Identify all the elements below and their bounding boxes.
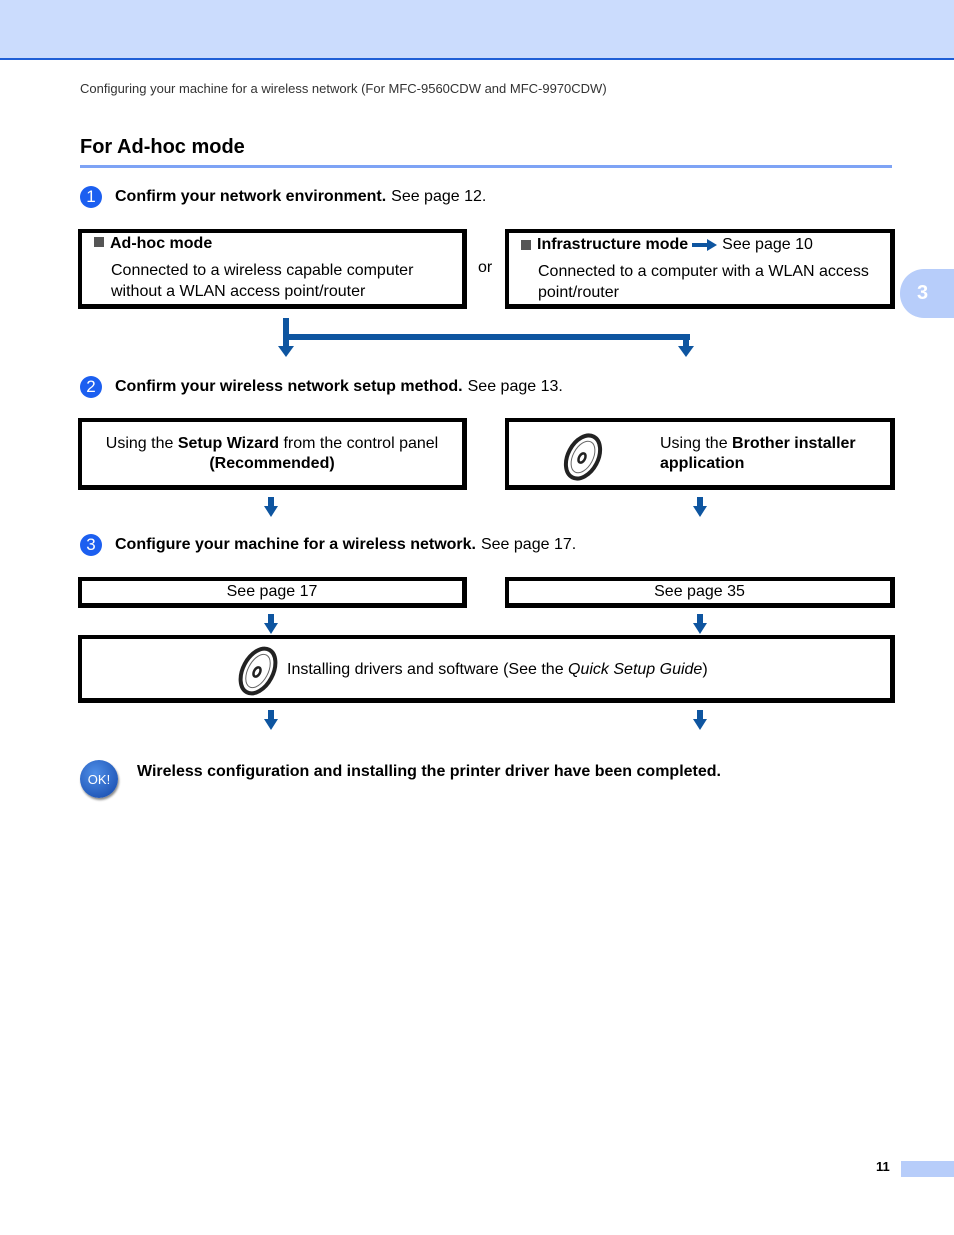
branch-connector bbox=[278, 318, 694, 357]
see-page-35-label[interactable]: See page 35 bbox=[654, 583, 745, 600]
right-arrow-icon bbox=[692, 239, 718, 251]
title-rule bbox=[80, 165, 892, 168]
down-arrow-icon bbox=[264, 497, 278, 517]
down-arrow-icon bbox=[278, 346, 294, 357]
step-1: 1 Confirm your network environment. See … bbox=[80, 186, 486, 208]
step-link[interactable]: See page 12. bbox=[391, 188, 486, 206]
section-title: For Ad-hoc mode bbox=[80, 136, 245, 158]
chapter-tab[interactable]: 3 bbox=[900, 269, 954, 318]
infrastructure-mode-box: Infrastructure mode See page 10 Connecte… bbox=[505, 229, 895, 309]
step-bold: Confirm your wireless network setup meth… bbox=[115, 378, 463, 395]
install-pre: Installing drivers and software (See the bbox=[287, 661, 569, 678]
wizard-recommended: (Recommended) bbox=[209, 455, 335, 472]
header-band bbox=[0, 0, 954, 60]
bullet-square-icon bbox=[521, 240, 531, 250]
step-bold: Confirm your network environment. bbox=[115, 188, 387, 205]
quick-setup-guide-ref: Quick Setup Guide bbox=[568, 661, 703, 678]
step-link[interactable]: See page 13. bbox=[468, 378, 563, 396]
down-arrow-icon bbox=[678, 346, 694, 357]
adhoc-mode-box: Ad-hoc mode Connected to a wireless capa… bbox=[78, 229, 467, 309]
adhoc-title: Ad-hoc mode bbox=[110, 235, 213, 252]
step-number-icon: 2 bbox=[80, 376, 102, 398]
bullet-square-icon bbox=[94, 237, 104, 247]
cd-disc-icon bbox=[563, 433, 603, 481]
running-head: Configuring your machine for a wireless … bbox=[80, 81, 607, 96]
step-2: 2 Confirm your wireless network setup me… bbox=[80, 376, 563, 398]
installer-pre: Using the bbox=[660, 435, 733, 452]
page-number: 11 bbox=[876, 1159, 890, 1174]
installer-bold2: application bbox=[660, 455, 745, 472]
infra-see-page-link[interactable]: See page 10 bbox=[722, 236, 813, 254]
installer-bold1: Brother installer bbox=[732, 435, 856, 452]
down-arrow-icon bbox=[693, 497, 707, 517]
completion-text: Wireless configuration and installing th… bbox=[137, 763, 721, 780]
step-3: 3 Configure your machine for a wireless … bbox=[80, 534, 576, 556]
step-link[interactable]: See page 17. bbox=[481, 536, 576, 554]
adhoc-line1: Connected to a wireless capable computer bbox=[111, 262, 414, 279]
brother-installer-box: Using the Brother installer application bbox=[505, 418, 895, 490]
ok-badge-icon: OK! bbox=[80, 760, 118, 798]
install-drivers-box: Installing drivers and software (See the… bbox=[78, 635, 895, 703]
see-page-35-box[interactable]: See page 35 bbox=[505, 577, 895, 608]
infra-line2: point/router bbox=[538, 284, 619, 301]
down-arrow-icon bbox=[693, 710, 707, 730]
adhoc-line2: without a WLAN access point/router bbox=[111, 283, 366, 300]
wizard-post: from the control panel bbox=[279, 435, 439, 452]
down-arrow-icon bbox=[264, 710, 278, 730]
down-arrow-icon bbox=[264, 614, 278, 634]
cd-disc-icon bbox=[238, 646, 278, 696]
wizard-bold: Setup Wizard bbox=[177, 435, 280, 452]
infra-title: Infrastructure mode bbox=[537, 236, 689, 253]
wizard-pre: Using the bbox=[105, 435, 178, 452]
infra-line1: Connected to a computer with a WLAN acce… bbox=[538, 263, 869, 280]
step-bold: Configure your machine for a wireless ne… bbox=[115, 536, 476, 553]
page-bar bbox=[901, 1161, 954, 1177]
see-page-17-box[interactable]: See page 17 bbox=[78, 577, 467, 608]
step-number-icon: 3 bbox=[80, 534, 102, 556]
step-number-icon: 1 bbox=[80, 186, 102, 208]
or-label: or bbox=[478, 259, 493, 276]
install-post: ) bbox=[702, 661, 708, 678]
down-arrow-icon bbox=[693, 614, 707, 634]
see-page-17-label[interactable]: See page 17 bbox=[227, 583, 318, 600]
setup-wizard-box: Using the Setup Wizard from the control … bbox=[78, 418, 467, 490]
